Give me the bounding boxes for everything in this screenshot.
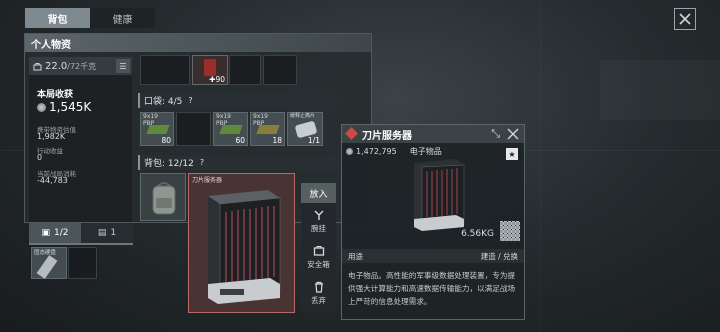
- pocket-header: 口袋: 4/5 ?: [138, 93, 340, 108]
- favorite-button[interactable]: ★: [506, 148, 518, 160]
- tab-label: 1: [110, 228, 117, 238]
- selected-blade-server-item[interactable]: 刀片服务器: [188, 173, 295, 313]
- pocket-item-ammo[interactable]: 9x19 PBP 18: [250, 112, 285, 146]
- item-qty: 80: [161, 136, 171, 145]
- pocket-item-painkiller[interactable]: 缓释止痛片 1/1: [287, 112, 323, 146]
- usage-label: 用途: [348, 251, 363, 261]
- main-tabs: 背包 健康: [25, 8, 155, 28]
- equip-slot[interactable]: [140, 55, 190, 85]
- container-tabs: ▣ 1/2 ▤ 1: [29, 223, 133, 243]
- detail-description: 电子物品。高性能的军事级数据处理装置，专为提供强大计算能力和高速数据传输能力，以…: [348, 271, 516, 306]
- weight-icon: [33, 62, 42, 70]
- backpack-icon: [152, 182, 176, 215]
- menu-item-safebox[interactable]: 安全箱: [301, 239, 336, 275]
- clipboard-icon: ▤: [97, 228, 107, 238]
- container-slot-empty[interactable]: [68, 247, 97, 279]
- income-row: 1,545K: [37, 100, 91, 114]
- arm-icon: [314, 210, 323, 220]
- pocket-item-ammo[interactable]: 9x19 PBP 60: [213, 112, 248, 146]
- ammo-box-icon: [256, 125, 280, 134]
- safebox-icon: [313, 245, 324, 256]
- item-preview-image: [414, 159, 465, 231]
- context-menu-header[interactable]: 放入: [301, 183, 336, 203]
- carried-value: 1,982K: [37, 132, 66, 141]
- action-income: 0: [37, 153, 43, 162]
- menu-item-label: 安全箱: [307, 259, 330, 269]
- item-qty: ✚90: [209, 75, 225, 84]
- red-item-icon: [204, 59, 216, 76]
- backpack-label: 背包: 12/12: [144, 159, 194, 169]
- pocket-label: 口袋: 4/5: [144, 97, 183, 107]
- tab-container-1[interactable]: ▣ 1/2: [29, 223, 81, 243]
- container-item-ssd[interactable]: 固态硬盘: [31, 247, 67, 279]
- menu-item-label: 腕挂: [311, 223, 326, 233]
- usage-row: 用途 建造 / 兑换: [342, 249, 524, 263]
- close-detail-button[interactable]: [507, 128, 519, 140]
- coin-icon: [37, 102, 46, 112]
- item-qty: 18: [272, 136, 282, 145]
- ammo-box-icon: [219, 125, 243, 134]
- context-menu: 放入 腕挂 安全箱 丢弃: [301, 183, 336, 313]
- weight-max: /72千克: [67, 61, 97, 71]
- ssd-icon: [36, 255, 58, 279]
- briefcase-icon: ▣: [41, 228, 51, 238]
- price-row: 1,472,795 电子物品: [346, 146, 442, 157]
- income-title: 本局收获: [37, 90, 74, 100]
- equip-slot[interactable]: [263, 55, 297, 85]
- consumption-value: -44,783: [37, 176, 68, 185]
- weight-current: 22.0: [45, 60, 68, 72]
- item-name: 刀片服务器: [192, 177, 223, 184]
- detail-price: 1,472,795: [356, 147, 397, 156]
- backpack-help-button[interactable]: ?: [200, 158, 204, 167]
- panel-title: 个人物资: [25, 34, 371, 52]
- item-label: 缓释止痛片: [290, 113, 316, 119]
- item-name: 固态硬盘: [34, 250, 57, 256]
- grid-size-icon: [500, 221, 520, 241]
- item-detail-panel: 刀片服务器 ⤡ 1,472,795 电子物品 ★ 6.56KG 用途 建造 / …: [341, 124, 525, 320]
- equip-slot[interactable]: [229, 55, 261, 85]
- pocket-item-ammo[interactable]: 9x19 PBP 80: [140, 112, 174, 146]
- menu-item-wrist[interactable]: 腕挂: [301, 203, 336, 239]
- tab-container-2[interactable]: ▤ 1: [81, 223, 133, 243]
- backpack-equipped[interactable]: [140, 173, 186, 221]
- usage-links[interactable]: 建造 / 兑换: [481, 251, 518, 262]
- trash-icon: [314, 281, 323, 293]
- pocket-help-button[interactable]: ?: [188, 96, 192, 105]
- server-rack-icon: [208, 190, 281, 304]
- tab-health[interactable]: 健康: [90, 8, 155, 28]
- detail-title: 刀片服务器: [362, 130, 412, 142]
- pocket-slot-empty[interactable]: [176, 112, 211, 146]
- ammo-box-icon: [146, 125, 170, 134]
- equip-item[interactable]: ✚90: [192, 55, 228, 85]
- weight-menu-button[interactable]: ☰: [116, 59, 130, 73]
- backpack-header: 背包: 12/12 ?: [138, 155, 340, 170]
- income-value: 1,545K: [49, 100, 92, 114]
- menu-item-label: 丢弃: [311, 295, 326, 305]
- detail-category: 电子物品: [409, 147, 442, 156]
- close-icon: [679, 13, 691, 25]
- tab-backpack[interactable]: 背包: [25, 8, 90, 28]
- item-qty: 60: [235, 136, 245, 145]
- coin-icon: [346, 148, 353, 155]
- tab-label: 1/2: [54, 228, 69, 238]
- weight-indicator: 22.0 /72千克 ☰: [29, 57, 132, 75]
- menu-icon: ☰: [119, 61, 127, 71]
- menu-item-discard[interactable]: 丢弃: [301, 275, 336, 311]
- collapse-button[interactable]: ⤡: [491, 127, 500, 141]
- close-button[interactable]: [674, 8, 696, 30]
- detail-weight: 6.56KG: [461, 229, 494, 239]
- item-qty: 1/1: [307, 136, 320, 145]
